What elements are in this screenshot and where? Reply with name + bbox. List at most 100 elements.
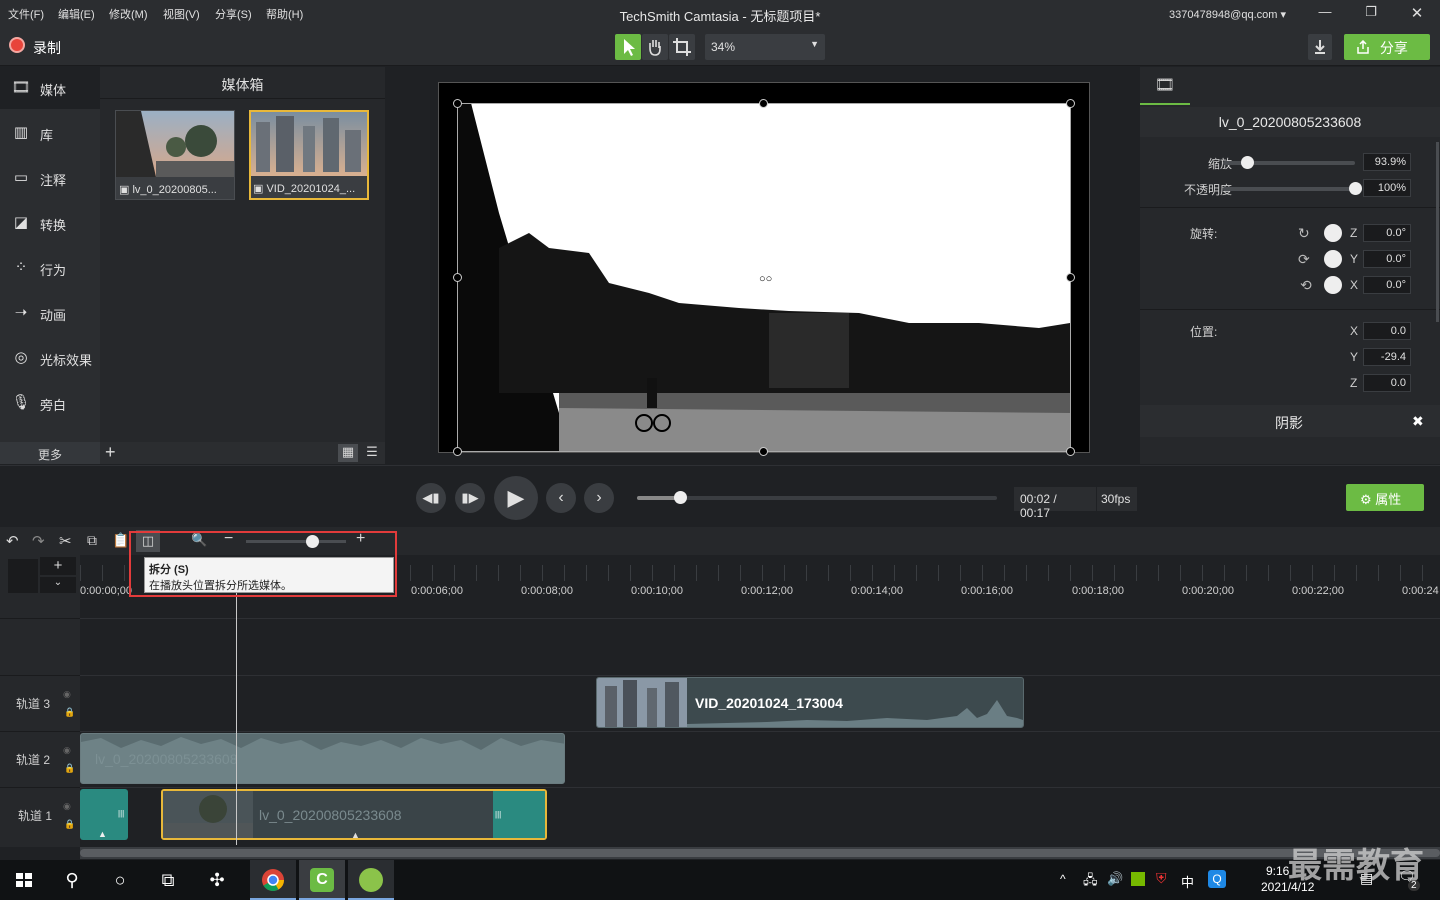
resize-handle[interactable]	[453, 273, 462, 282]
record-button[interactable]: 录制	[33, 38, 61, 58]
network-icon[interactable]: 🖧	[1083, 871, 1098, 893]
lock-icon[interactable]: 🔒	[64, 707, 75, 718]
account-menu[interactable]: 3370478948@qq.com ▾	[1169, 8, 1286, 21]
track-row-empty[interactable]	[80, 618, 1440, 675]
lock-icon[interactable]: 🔒	[64, 819, 75, 830]
minimize-icon[interactable]: —	[1310, 4, 1340, 24]
record-icon[interactable]	[9, 37, 25, 53]
add-media-icon[interactable]: +	[105, 442, 116, 463]
step-back-icon[interactable]: ◀▮	[416, 483, 446, 513]
position-y-input[interactable]: -29.4	[1363, 348, 1411, 366]
sidebar-item-voice-narration[interactable]: 🎙 旁白	[0, 382, 100, 424]
play-icon[interactable]: ▶	[494, 476, 538, 520]
eye-icon[interactable]: ◉	[63, 745, 71, 756]
media-item-selected[interactable]: ▣ VID_20201024_...	[249, 110, 369, 200]
volume-icon[interactable]: 🔊	[1107, 871, 1123, 887]
eye-icon[interactable]: ◉	[63, 689, 71, 700]
taskbar-camtasia[interactable]: C	[299, 860, 345, 900]
slider-thumb[interactable]	[1240, 156, 1254, 169]
cut-icon[interactable]: ✂	[59, 532, 72, 550]
timeline-scrollbar[interactable]	[80, 847, 1440, 859]
more-button[interactable]: 更多	[0, 442, 100, 464]
qq-icon[interactable]: Q	[1208, 870, 1226, 888]
previous-marker-icon[interactable]: ‹	[546, 483, 576, 513]
taskbar-chrome[interactable]	[250, 860, 296, 900]
clip-handle-icon[interactable]: |||	[118, 809, 124, 818]
rotation-x-dial[interactable]	[1324, 276, 1342, 294]
scrubber-thumb[interactable]	[674, 491, 688, 504]
redo-icon[interactable]: ↷	[32, 532, 45, 550]
sidebar-item-media[interactable]: 🎞 媒体	[0, 67, 100, 109]
resize-handle[interactable]	[1066, 273, 1075, 282]
playback-scrubber[interactable]	[637, 491, 997, 504]
select-tool-icon[interactable]	[615, 34, 641, 60]
position-z-input[interactable]: 0.0	[1363, 374, 1411, 392]
timeline-clip-lv-selected[interactable]: ||| lv_0_20200805233608 ▲	[161, 789, 547, 840]
menu-share[interactable]: 分享(S)	[215, 6, 252, 22]
maximize-icon[interactable]: ❐	[1356, 4, 1386, 24]
position-x-input[interactable]: 0.0	[1363, 322, 1411, 340]
list-view-icon[interactable]: ☰	[362, 444, 382, 462]
menu-help[interactable]: 帮助(H)	[266, 6, 303, 22]
timeline-clip-left[interactable]: ||| ▲	[80, 789, 128, 840]
security-shield-icon[interactable]: ⛨	[1156, 870, 1167, 887]
rotation-y-input[interactable]: 0.0°	[1363, 250, 1411, 268]
cortana-icon[interactable]: ○	[108, 868, 132, 892]
scrollbar[interactable]	[1436, 142, 1439, 322]
windows-start-icon[interactable]	[12, 868, 36, 892]
remove-effect-icon[interactable]: ✖	[1412, 413, 1424, 430]
grid-view-icon[interactable]: ▦	[338, 444, 358, 462]
resize-handle[interactable]	[1066, 447, 1075, 456]
rotation-x-input[interactable]: 0.0°	[1363, 276, 1411, 294]
properties-button[interactable]: ⚙ 属性	[1346, 484, 1424, 511]
sidebar-item-library[interactable]: ▥ 库	[0, 112, 100, 154]
preview-canvas[interactable]: ○○	[438, 82, 1090, 456]
scale-slider[interactable]	[1223, 156, 1355, 169]
opacity-input[interactable]: 100%	[1363, 179, 1411, 197]
menu-edit[interactable]: 编辑(E)	[58, 6, 95, 22]
search-icon[interactable]: ⚲	[60, 868, 84, 892]
clock-time[interactable]: 9:16	[1266, 864, 1289, 878]
add-track-icon[interactable]: +	[40, 557, 76, 575]
taskbar-app-green[interactable]	[348, 860, 394, 900]
rotation-z-dial[interactable]	[1324, 224, 1342, 242]
timeline-clip-vid[interactable]: VID_20201024_173004	[596, 677, 1024, 728]
magnet-icon[interactable]	[8, 559, 38, 593]
zoom-select[interactable]: 34% ▼	[705, 34, 825, 60]
chevron-down-icon[interactable]: ⌄	[40, 577, 76, 593]
undo-icon[interactable]: ↶	[6, 532, 19, 550]
track-header-3[interactable]: 轨道 3 ◉ 🔒	[0, 675, 80, 731]
pinwheel-app-icon[interactable]: ✣	[205, 868, 229, 892]
ime-indicator[interactable]: 中	[1181, 872, 1194, 891]
sidebar-item-behaviors[interactable]: ⁘ 行为	[0, 247, 100, 289]
next-marker-icon[interactable]: ›	[584, 483, 614, 513]
track-header-2[interactable]: 轨道 2 ◉ 🔒	[0, 731, 80, 787]
sidebar-item-transitions[interactable]: ◪ 转换	[0, 202, 100, 244]
opacity-slider[interactable]	[1223, 182, 1362, 195]
close-icon[interactable]: ✕	[1402, 4, 1432, 24]
nvidia-icon[interactable]	[1131, 872, 1145, 886]
shadow-section-header[interactable]: 阴影 ✖	[1140, 405, 1440, 437]
tray-chevron-up-icon[interactable]: ^	[1060, 872, 1066, 886]
pan-tool-icon[interactable]	[642, 34, 668, 60]
scrollbar-thumb[interactable]	[80, 849, 1440, 857]
slider-thumb[interactable]	[1349, 182, 1362, 195]
sidebar-item-animations[interactable]: ➝ 动画	[0, 292, 100, 334]
paste-icon[interactable]: 📋	[112, 532, 129, 549]
timeline-clip-lv-track2[interactable]: lv_0_20200805233608	[80, 733, 565, 784]
task-view-icon[interactable]: ⧉	[156, 868, 180, 892]
menu-modify[interactable]: 修改(M)	[109, 6, 148, 22]
rotation-handle-icon[interactable]: ○○	[759, 273, 772, 285]
visual-properties-tab-icon[interactable]: 🎞	[1140, 67, 1190, 105]
crop-tool-icon[interactable]	[669, 34, 695, 60]
resize-handle[interactable]	[759, 99, 768, 108]
step-forward-icon[interactable]: ▮▶	[455, 483, 485, 513]
resize-handle[interactable]	[453, 447, 462, 456]
sidebar-item-annotations[interactable]: ▭ 注释	[0, 157, 100, 199]
eye-icon[interactable]: ◉	[63, 801, 71, 812]
rotation-y-dial[interactable]	[1324, 250, 1342, 268]
menu-view[interactable]: 视图(V)	[163, 6, 200, 22]
clip-handle-icon[interactable]: |||	[495, 810, 501, 819]
track-header-1[interactable]: 轨道 1 ◉ 🔒	[0, 787, 80, 847]
sidebar-item-cursor-effects[interactable]: ◎ 光标效果	[0, 337, 100, 379]
